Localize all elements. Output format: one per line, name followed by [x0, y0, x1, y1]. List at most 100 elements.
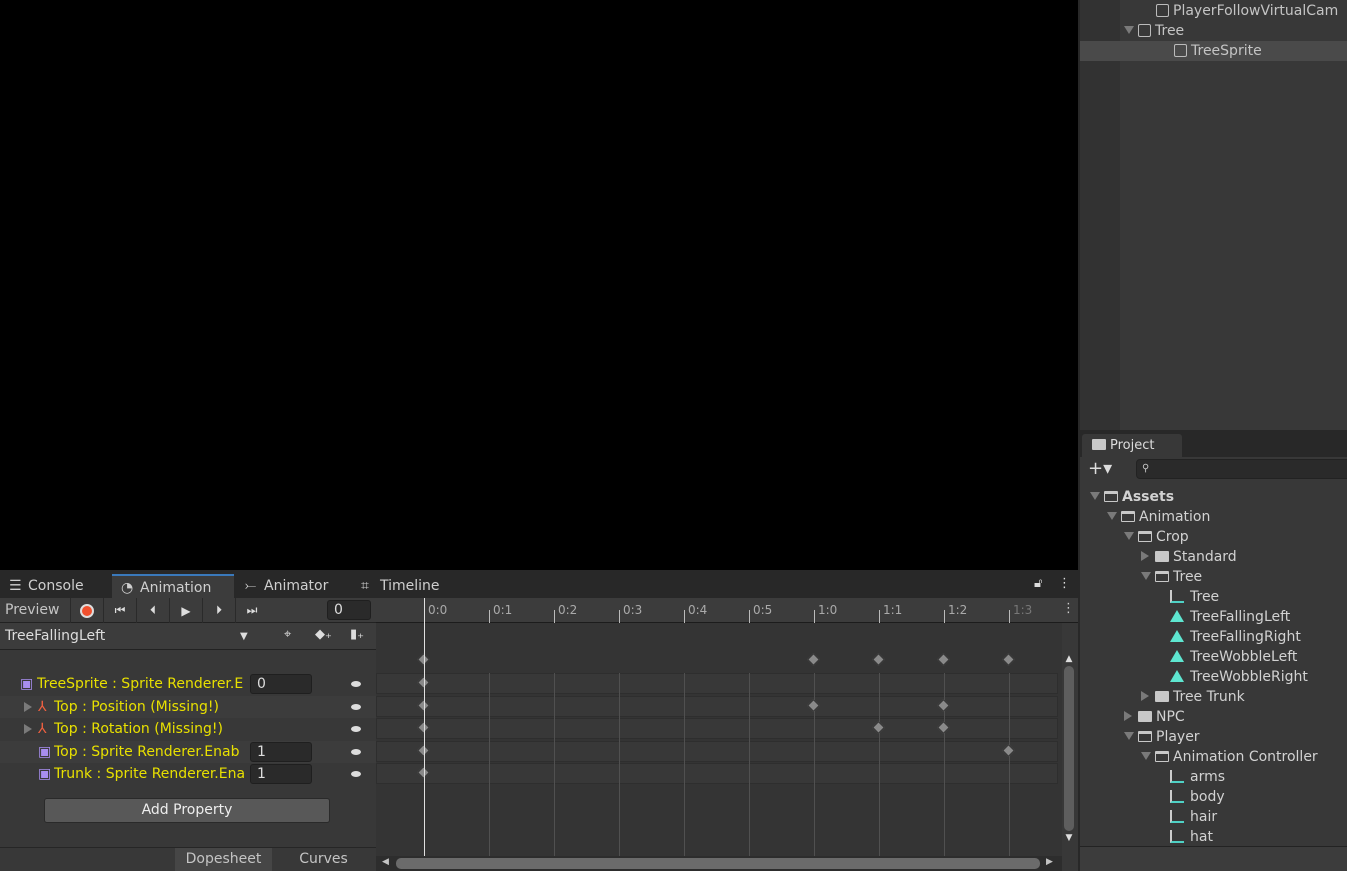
playhead[interactable]: [424, 598, 425, 856]
prev-key-button[interactable]: ⏴︎: [136, 598, 169, 623]
eye-icon[interactable]: [351, 703, 361, 710]
sprite-renderer-icon: ▣: [38, 743, 52, 760]
property-value-field[interactable]: 0: [250, 674, 312, 694]
property-value-field[interactable]: 1: [250, 741, 312, 762]
clip-bar: TreeFallingLeft ▼ ⌖ ◆₊ ▮₊: [0, 623, 376, 650]
expand-arrow-icon[interactable]: [1090, 492, 1100, 500]
eye-icon[interactable]: [351, 681, 361, 687]
preview-button[interactable]: Preview: [5, 598, 60, 623]
project-item[interactable]: Tree: [1170, 587, 1219, 607]
property-track[interactable]: [376, 740, 1058, 762]
ruler-label: 1:2: [948, 603, 968, 617]
project-item[interactable]: Standard: [1141, 547, 1237, 567]
summary-track[interactable]: [376, 650, 1058, 671]
property-value-field[interactable]: 1: [250, 764, 312, 784]
add-property-button[interactable]: Add Property: [44, 798, 330, 823]
project-item[interactable]: TreeWobbleLeft: [1170, 647, 1297, 667]
vertical-scrollbar[interactable]: ▲ ▼: [1062, 654, 1076, 854]
scene-view[interactable]: [0, 0, 1078, 570]
ruler-label: 0:2: [558, 603, 578, 617]
folder-icon: [1155, 551, 1169, 562]
add-keyframe-icon[interactable]: ◆₊: [315, 627, 332, 642]
search-input[interactable]: ⚲: [1136, 459, 1347, 479]
time-ruler[interactable]: 0:0 0:1 0:2 0:3 0:4 0:5 1:0 1:1 1:2 1:3: [376, 598, 1078, 623]
property-track[interactable]: [376, 718, 1058, 739]
dopesheet-tab[interactable]: Dopesheet: [175, 848, 272, 871]
item-label: Tree: [1173, 569, 1203, 585]
project-item[interactable]: Animation: [1107, 507, 1210, 527]
dopesheet[interactable]: [376, 623, 1062, 856]
project-item[interactable]: Tree: [1141, 567, 1202, 587]
property-track[interactable]: [376, 695, 1058, 717]
scroll-thumb[interactable]: [1064, 666, 1074, 831]
project-item[interactable]: body: [1170, 787, 1225, 807]
eye-icon[interactable]: [351, 771, 361, 777]
foldout-arrow-icon[interactable]: [24, 724, 32, 734]
tab-timeline[interactable]: ⌗ Timeline: [352, 574, 462, 598]
ruler-tick: [749, 610, 750, 623]
gameobject-icon: [1156, 4, 1169, 17]
clip-name: TreeFallingLeft: [5, 628, 106, 644]
hierarchy-item[interactable]: Tree: [1080, 21, 1347, 41]
filter-by-selection-icon[interactable]: ⌖: [284, 627, 291, 642]
expand-arrow-icon[interactable]: [1141, 752, 1151, 760]
expand-arrow-icon[interactable]: [1141, 551, 1149, 561]
expand-arrow-icon[interactable]: [1107, 512, 1117, 520]
create-button[interactable]: +▾: [1088, 458, 1112, 479]
project-item[interactable]: Tree Trunk: [1141, 687, 1245, 707]
expand-arrow-icon[interactable]: [1124, 532, 1134, 540]
expand-arrow-icon[interactable]: [1141, 691, 1149, 701]
record-button[interactable]: [70, 598, 103, 623]
curves-tab[interactable]: Curves: [272, 848, 375, 871]
folder-open-icon: [1121, 511, 1135, 522]
project-item[interactable]: TreeFallingRight: [1170, 627, 1301, 647]
project-item[interactable]: Crop: [1124, 527, 1189, 547]
clip-dropdown[interactable]: TreeFallingLeft ▼: [5, 623, 255, 650]
play-button[interactable]: ▶︎: [169, 598, 202, 623]
next-key-button[interactable]: ⏵︎: [202, 598, 235, 623]
add-event-icon[interactable]: ▮₊: [350, 627, 364, 642]
project-item[interactable]: arms: [1170, 767, 1225, 787]
tab-animation[interactable]: ◔ Animation: [112, 574, 234, 598]
expand-arrow-icon[interactable]: [1124, 732, 1134, 740]
tab-animator[interactable]: ⤚ Animator: [236, 574, 350, 598]
expand-arrow-icon[interactable]: [1124, 711, 1132, 721]
project-item[interactable]: hat: [1170, 827, 1213, 847]
tab-project[interactable]: Project: [1082, 434, 1182, 457]
eye-icon[interactable]: [351, 726, 361, 732]
horizontal-scrollbar[interactable]: ◀ ▶: [376, 856, 1062, 871]
project-item[interactable]: TreeFallingLeft: [1170, 607, 1290, 627]
property-row[interactable]: ▣ TreeSprite : Sprite Renderer.E 0: [0, 673, 376, 695]
property-track[interactable]: [376, 673, 1058, 694]
ruler-menu-icon[interactable]: ⋮: [1062, 601, 1075, 616]
item-label: TreeWobbleRight: [1190, 669, 1308, 685]
sprite-renderer-icon: ▣: [20, 676, 34, 692]
console-icon: ☰: [9, 578, 22, 594]
ruler-tick: [489, 610, 490, 623]
expand-arrow-icon[interactable]: [1141, 572, 1151, 580]
expand-arrow-icon[interactable]: [1124, 26, 1134, 34]
project-item[interactable]: NPC: [1124, 707, 1185, 727]
more-icon[interactable]: ⋮: [1058, 576, 1071, 591]
project-item[interactable]: hair: [1170, 807, 1217, 827]
property-row[interactable]: ⅄ Top : Position (Missing!): [0, 695, 376, 718]
last-key-button[interactable]: ⏭︎: [235, 598, 268, 623]
frame-field[interactable]: 0: [327, 600, 371, 620]
property-row[interactable]: ⅄ Top : Rotation (Missing!): [0, 718, 376, 740]
property-row[interactable]: ▣ Top : Sprite Renderer.Enab 1: [0, 740, 376, 763]
project-item[interactable]: Player: [1124, 727, 1200, 747]
lock-icon[interactable]: 🔓︎: [1034, 576, 1042, 591]
project-item[interactable]: Animation Controller: [1141, 747, 1318, 767]
hierarchy-item[interactable]: PlayerFollowVirtualCam: [1080, 1, 1347, 21]
foldout-arrow-icon[interactable]: [24, 701, 32, 712]
property-row[interactable]: ▣ Trunk : Sprite Renderer.Ena 1: [0, 763, 376, 785]
tab-console[interactable]: ☰ Console: [0, 574, 110, 598]
first-key-button[interactable]: ⏮︎: [103, 598, 136, 623]
project-item[interactable]: Assets: [1090, 487, 1174, 507]
clock-icon: ◔: [121, 580, 134, 596]
eye-icon[interactable]: [351, 748, 361, 755]
hscroll-thumb[interactable]: [396, 858, 1040, 869]
project-item[interactable]: TreeWobbleRight: [1170, 667, 1308, 687]
property-track[interactable]: [376, 763, 1058, 784]
hierarchy-item[interactable]: TreeSprite: [1080, 41, 1347, 61]
